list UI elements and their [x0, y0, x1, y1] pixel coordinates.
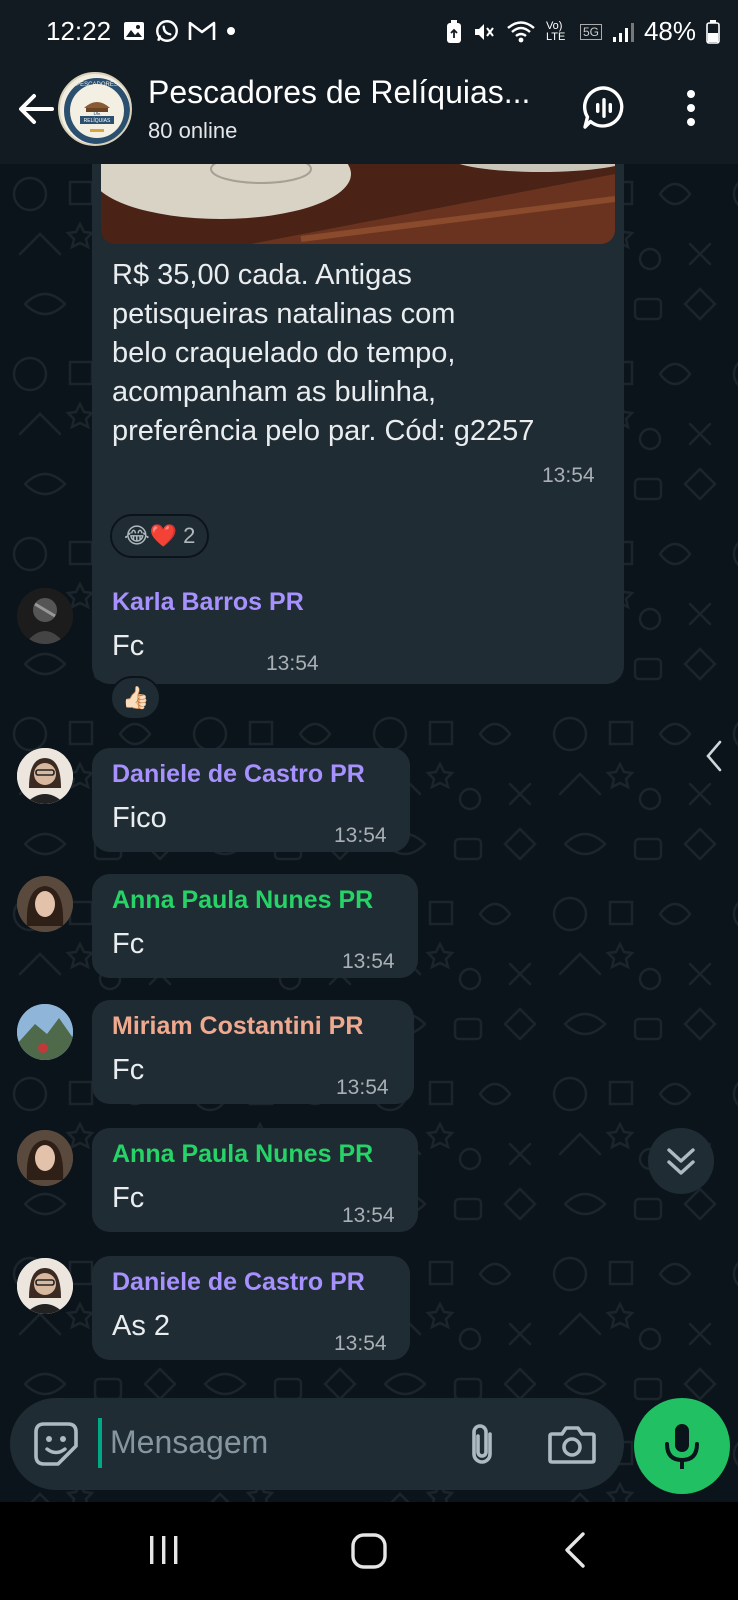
reactions-pill[interactable]: 😂❤️ 2: [110, 514, 210, 558]
status-bar: 12:22 Vo) LTE 5G 48%: [0, 0, 738, 62]
reaction-pill[interactable]: 👍🏻: [110, 676, 162, 720]
avatar-text-bottom: RELÍQUIAS: [84, 117, 111, 124]
sender-name[interactable]: Daniele de Castro PR: [112, 760, 365, 789]
avatar[interactable]: [17, 588, 73, 644]
message-text: Fc: [112, 928, 145, 960]
back-arrow-icon[interactable]: [14, 86, 60, 132]
avatar[interactable]: [17, 1258, 73, 1314]
camera-icon[interactable]: [546, 1420, 598, 1468]
notification-icons: [122, 18, 238, 44]
product-image[interactable]: [101, 164, 615, 244]
lock-icon: [446, 19, 461, 43]
product-line: preferência pelo par. Cód: g2257: [112, 415, 535, 447]
signal-icon: [612, 22, 634, 42]
chat-header: PESCADORES DE RELÍQUIAS Pescadores de Re…: [0, 62, 738, 164]
system-icons: Vo) LTE 5G 48%: [446, 16, 720, 47]
group-logo: PESCADORES DE RELÍQUIAS: [62, 76, 130, 144]
sender-name[interactable]: Anna Paula Nunes PR: [112, 886, 373, 915]
double-chevron-down-icon: [667, 1148, 695, 1175]
avatar-photo: [17, 1130, 73, 1186]
battery-icon: [706, 19, 720, 44]
system-nav-bar: [0, 1502, 738, 1600]
message-time: 13:54: [542, 464, 595, 487]
message-text: As 2: [112, 1310, 171, 1342]
avatar-text-mid: DE: [94, 111, 102, 117]
dot-icon: [227, 27, 235, 35]
reaction-emoji: 👍🏻: [122, 685, 150, 710]
avatar[interactable]: [17, 1004, 73, 1060]
message-text: Fc: [112, 1182, 145, 1214]
message-time: 13:54: [266, 652, 319, 675]
network-label: 5G: [579, 23, 602, 40]
avatar-photo: [17, 748, 73, 804]
avatar-text-top: PESCADORES: [76, 82, 118, 88]
message-input[interactable]: [110, 1412, 440, 1472]
message-time: 13:54: [342, 1204, 395, 1227]
microphone-icon: [665, 1424, 699, 1469]
chat-area[interactable]: R$ 35,00 cada. Antigas petisqueiras nata…: [0, 164, 738, 1536]
product-description: R$ 35,00 cada. Antigas petisqueiras nata…: [112, 256, 612, 451]
reaction-emojis: 😂❤️: [124, 523, 178, 548]
scroll-to-bottom-button[interactable]: [648, 1128, 714, 1194]
sender-name[interactable]: Daniele de Castro PR: [112, 1268, 365, 1297]
reaction-count: 2: [183, 523, 196, 548]
edge-panel-chevron-icon[interactable]: [704, 738, 724, 774]
recent-apps-icon[interactable]: [146, 1532, 182, 1568]
gmail-icon: [188, 21, 216, 40]
product-line: R$ 35,00 cada. Antigas: [112, 259, 412, 291]
sender-name[interactable]: Anna Paula Nunes PR: [112, 1140, 373, 1169]
message-text: Fc: [112, 1054, 145, 1086]
status-time: 12:22: [46, 16, 112, 46]
avatar-photo: [17, 876, 73, 932]
product-line: belo craquelado do tempo,: [112, 337, 456, 369]
mute-icon: [474, 23, 494, 40]
group-name[interactable]: Pescadores de Relíquias...: [148, 74, 558, 111]
online-count: 80 online: [148, 118, 238, 143]
message-time: 13:54: [334, 1332, 387, 1355]
sender-name[interactable]: Karla Barros PR: [112, 588, 304, 617]
gallery-icon: [124, 22, 144, 40]
product-line: petisqueiras natalinas com: [112, 298, 456, 330]
avatar-photo: [17, 1258, 73, 1314]
volte-label: Vo) LTE: [545, 19, 566, 43]
voice-record-button[interactable]: [634, 1398, 730, 1494]
product-photo: [101, 164, 615, 244]
avatar[interactable]: [17, 748, 73, 804]
message-composer: [10, 1398, 624, 1490]
message-time: 13:54: [336, 1076, 389, 1099]
avatar[interactable]: [17, 876, 73, 932]
group-avatar[interactable]: PESCADORES DE RELÍQUIAS: [58, 72, 132, 146]
sender-name[interactable]: Miriam Costantini PR: [112, 1012, 363, 1041]
home-icon[interactable]: [350, 1532, 388, 1570]
more-options-icon[interactable]: [676, 84, 706, 132]
wifi-icon: [507, 20, 535, 42]
battery-percent: 48%: [643, 16, 696, 46]
attach-icon[interactable]: [458, 1420, 506, 1468]
product-line: acompanham as bulinha,: [112, 376, 437, 408]
message-text: Fc: [112, 630, 145, 662]
sticker-icon[interactable]: [32, 1420, 80, 1468]
message-time: 13:54: [334, 824, 387, 847]
avatar[interactable]: [17, 1130, 73, 1186]
nav-back-icon[interactable]: [562, 1530, 588, 1570]
message-time: 13:54: [342, 950, 395, 973]
text-caret: [98, 1418, 102, 1468]
whatsapp-icon: [156, 20, 178, 42]
avatar-photo: [17, 588, 73, 644]
avatar-photo: [17, 1004, 73, 1060]
voice-chat-icon[interactable]: [580, 84, 628, 132]
message-text: Fico: [112, 802, 167, 834]
